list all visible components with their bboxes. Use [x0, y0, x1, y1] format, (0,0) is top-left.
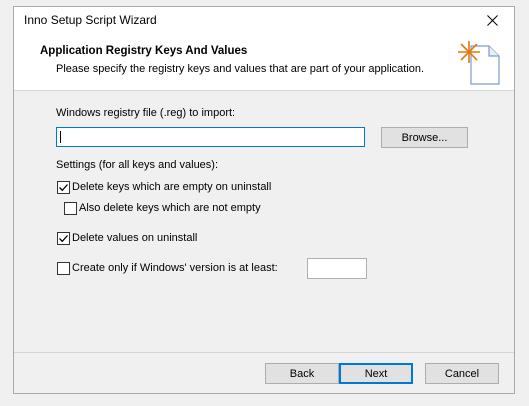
settings-label: Settings (for all keys and values): — [56, 159, 219, 171]
also-delete-label[interactable]: Also delete keys which are not empty — [79, 202, 261, 214]
browse-button[interactable]: Browse... — [381, 127, 468, 148]
page-title: Application Registry Keys And Values — [40, 45, 248, 57]
wizard-header: Application Registry Keys And Values Ple… — [14, 33, 514, 90]
create-only-checkbox[interactable] — [57, 262, 70, 275]
text-caret — [60, 131, 61, 143]
header-divider — [14, 90, 514, 91]
delete-keys-checkbox[interactable] — [57, 181, 70, 194]
next-button[interactable]: Next — [339, 363, 413, 384]
title-bar: Inno Setup Script Wizard — [14, 7, 514, 33]
close-icon — [486, 14, 498, 26]
delete-values-checkbox[interactable] — [57, 232, 70, 245]
regfile-input[interactable] — [56, 127, 365, 147]
wizard-window: Inno Setup Script Wizard Application Reg… — [13, 6, 515, 394]
min-version-input[interactable] — [307, 258, 367, 279]
also-delete-checkbox[interactable] — [64, 202, 77, 215]
delete-keys-label[interactable]: Delete keys which are empty on uninstall — [72, 181, 271, 193]
delete-values-label[interactable]: Delete values on uninstall — [72, 232, 197, 244]
regfile-label: Windows registry file (.reg) to import: — [56, 107, 236, 119]
cancel-button[interactable]: Cancel — [425, 363, 499, 384]
window-title: Inno Setup Script Wizard — [24, 13, 157, 27]
checkmark-icon — [59, 235, 68, 243]
close-button[interactable] — [470, 7, 514, 33]
footer-divider — [14, 352, 514, 353]
checkmark-icon — [59, 184, 68, 192]
create-only-label[interactable]: Create only if Windows' version is at le… — [72, 262, 278, 274]
wizard-document-icon — [458, 41, 500, 85]
back-button[interactable]: Back — [265, 363, 339, 384]
page-subtitle: Please specify the registry keys and val… — [56, 63, 425, 75]
